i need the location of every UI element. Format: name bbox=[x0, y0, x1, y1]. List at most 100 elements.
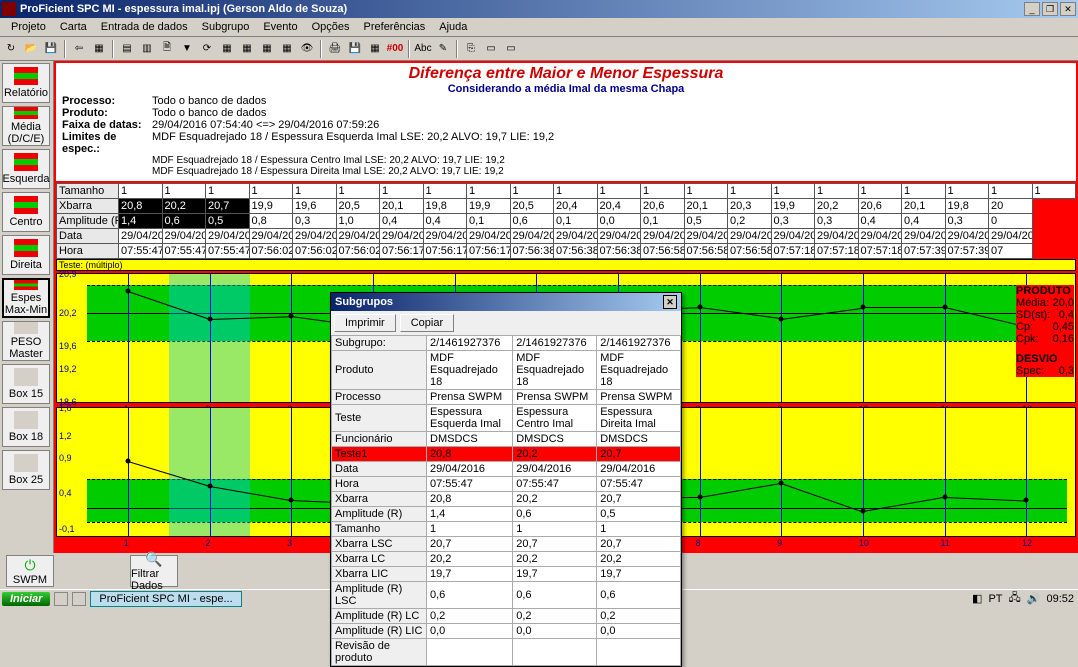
grid-cell[interactable]: 07 bbox=[989, 244, 1033, 259]
grid-cell[interactable]: 29/04/2016 bbox=[728, 229, 772, 244]
ql-icon[interactable] bbox=[72, 592, 86, 606]
tool-pen-icon[interactable]: ✎ bbox=[434, 40, 452, 58]
grid-cell[interactable]: 0,1 bbox=[641, 214, 685, 229]
grid-cell[interactable]: 07:56:02 bbox=[336, 244, 380, 259]
grid-cell[interactable]: 07:57:39 bbox=[945, 244, 989, 259]
grid-cell[interactable]: 19,8 bbox=[423, 199, 467, 214]
tool-open-icon[interactable]: 📂 bbox=[22, 40, 40, 58]
grid-cell[interactable]: 20,6 bbox=[641, 199, 685, 214]
grid-cell[interactable]: 0,3 bbox=[293, 214, 337, 229]
grid-cell[interactable]: 07:56:17 bbox=[467, 244, 511, 259]
grid-cell[interactable]: 19,9 bbox=[467, 199, 511, 214]
grid-cell[interactable]: 1 bbox=[902, 184, 946, 199]
grid-cell[interactable]: 29/04/2016 bbox=[336, 229, 380, 244]
grid-cell[interactable]: 07:55:47 bbox=[119, 244, 163, 259]
tool-chart4-icon[interactable]: ▦ bbox=[278, 40, 296, 58]
sidebar-item-0[interactable]: Relatório bbox=[2, 63, 50, 103]
sidebar-item-9[interactable]: Box 25 bbox=[2, 450, 50, 490]
menu-subgrupo[interactable]: Subgrupo bbox=[195, 19, 257, 35]
grid-cell[interactable]: 07:57:18 bbox=[815, 244, 859, 259]
grid-cell[interactable]: 20,2 bbox=[815, 199, 859, 214]
grid-cell[interactable]: 20,8 bbox=[119, 199, 163, 214]
grid-cell[interactable]: 0,3 bbox=[771, 214, 815, 229]
grid-cell[interactable]: 0,1 bbox=[554, 214, 598, 229]
grid-cell[interactable]: 29/04/2016 bbox=[554, 229, 598, 244]
grid-cell[interactable]: 07:56:58 bbox=[641, 244, 685, 259]
taskbar-app[interactable]: ProFicient SPC MI - espe... bbox=[90, 591, 241, 607]
grid-cell[interactable]: 1 bbox=[249, 184, 293, 199]
swpm-button[interactable]: ⏻SWPM bbox=[6, 555, 54, 587]
tray-net-icon[interactable]: 🖧 bbox=[1009, 589, 1021, 608]
tool-win2-icon[interactable]: ▭ bbox=[502, 40, 520, 58]
grid-cell[interactable]: 1 bbox=[641, 184, 685, 199]
menu-opcoes[interactable]: Opções bbox=[305, 19, 357, 35]
grid-cell[interactable]: 1 bbox=[380, 184, 424, 199]
sidebar-item-7[interactable]: Box 15 bbox=[2, 364, 50, 404]
tool-chart2-icon[interactable]: ▦ bbox=[238, 40, 256, 58]
grid-cell[interactable]: 0,5 bbox=[206, 214, 250, 229]
print-button[interactable]: Imprimir bbox=[334, 314, 396, 332]
grid-cell[interactable]: 19,8 bbox=[945, 199, 989, 214]
grid-cell[interactable]: 1 bbox=[1032, 184, 1076, 199]
tool-save-icon[interactable]: 💾 bbox=[42, 40, 60, 58]
start-button[interactable]: Iniciar bbox=[2, 592, 50, 606]
tool-print-icon[interactable]: 🖨 bbox=[326, 40, 344, 58]
tool-win1-icon[interactable]: ▭ bbox=[482, 40, 500, 58]
filtrar-dados-button[interactable]: 🔍Filtrar Dados bbox=[130, 555, 178, 587]
grid-cell[interactable]: 29/04/2016 bbox=[815, 229, 859, 244]
tool-abc-icon[interactable]: Abc bbox=[414, 40, 432, 58]
grid-cell[interactable]: 0,5 bbox=[684, 214, 728, 229]
grid-cell[interactable]: 29/04/2016 bbox=[380, 229, 424, 244]
grid-cell[interactable]: 1 bbox=[510, 184, 554, 199]
popup-titlebar[interactable]: Subgrupos ✕ bbox=[331, 293, 681, 311]
grid-cell[interactable]: 20 bbox=[989, 199, 1033, 214]
grid-cell[interactable]: 29/04/2016 bbox=[771, 229, 815, 244]
tool-chart3-icon[interactable]: ▦ bbox=[258, 40, 276, 58]
grid-cell[interactable]: 0,4 bbox=[858, 214, 902, 229]
grid-cell[interactable]: 1 bbox=[423, 184, 467, 199]
sidebar-item-6[interactable]: PESO Master bbox=[2, 321, 50, 361]
maximize-button[interactable]: ❐ bbox=[1042, 2, 1058, 16]
grid-cell[interactable]: 1 bbox=[771, 184, 815, 199]
tool-chart1-icon[interactable]: ▦ bbox=[218, 40, 236, 58]
grid-cell[interactable]: 29/04/2016 bbox=[206, 229, 250, 244]
menu-entrada[interactable]: Entrada de dados bbox=[94, 19, 195, 35]
ql-icon[interactable] bbox=[54, 592, 68, 606]
menu-prefer[interactable]: Preferências bbox=[357, 19, 433, 35]
grid-cell[interactable]: 0,0 bbox=[597, 214, 641, 229]
tool-save2-icon[interactable]: 💾 bbox=[346, 40, 364, 58]
tool-db-icon[interactable]: ▦ bbox=[90, 40, 108, 58]
tool-grid2-icon[interactable]: ▥ bbox=[138, 40, 156, 58]
tool-copy-icon[interactable]: ⎘ bbox=[462, 40, 480, 58]
grid-cell[interactable]: 29/04/2016 bbox=[510, 229, 554, 244]
grid-cell[interactable]: 07:55:47 bbox=[162, 244, 206, 259]
grid-cell[interactable]: 29/04/2016 bbox=[293, 229, 337, 244]
tray-lang[interactable]: PT bbox=[988, 593, 1002, 605]
tool-refresh-icon[interactable]: ↻ bbox=[2, 40, 20, 58]
minimize-button[interactable]: _ bbox=[1024, 2, 1040, 16]
tool-view-icon[interactable]: 👁 bbox=[298, 40, 316, 58]
grid-cell[interactable]: 07:55:47 bbox=[206, 244, 250, 259]
tool-funnel-icon[interactable]: ▼ bbox=[178, 40, 196, 58]
grid-cell[interactable]: 07:56:02 bbox=[293, 244, 337, 259]
grid-cell[interactable]: 0,2 bbox=[728, 214, 772, 229]
copy-button[interactable]: Copiar bbox=[400, 314, 454, 332]
grid-cell[interactable]: 19,6 bbox=[293, 199, 337, 214]
data-grid[interactable]: Tamanho1111111111111111111111Xbarra20,82… bbox=[56, 183, 1076, 259]
grid-cell[interactable]: 1 bbox=[858, 184, 902, 199]
grid-cell[interactable]: 1 bbox=[293, 184, 337, 199]
grid-cell[interactable]: 20,4 bbox=[597, 199, 641, 214]
grid-cell[interactable]: 0,6 bbox=[162, 214, 206, 229]
grid-cell[interactable]: 1 bbox=[119, 184, 163, 199]
sidebar-item-1[interactable]: Média (D/C/E) bbox=[2, 106, 50, 146]
grid-cell[interactable]: 07:56:38 bbox=[510, 244, 554, 259]
grid-cell[interactable]: 1 bbox=[336, 184, 380, 199]
tool-back-icon[interactable]: ⇦ bbox=[70, 40, 88, 58]
grid-cell[interactable]: 1 bbox=[945, 184, 989, 199]
grid-cell[interactable]: 07:57:18 bbox=[858, 244, 902, 259]
grid-cell[interactable]: 1 bbox=[989, 184, 1033, 199]
grid-cell[interactable]: 1 bbox=[162, 184, 206, 199]
grid-cell[interactable]: 20,1 bbox=[380, 199, 424, 214]
grid-cell[interactable]: 0,4 bbox=[380, 214, 424, 229]
grid-cell[interactable]: 29/04/2016 bbox=[641, 229, 685, 244]
